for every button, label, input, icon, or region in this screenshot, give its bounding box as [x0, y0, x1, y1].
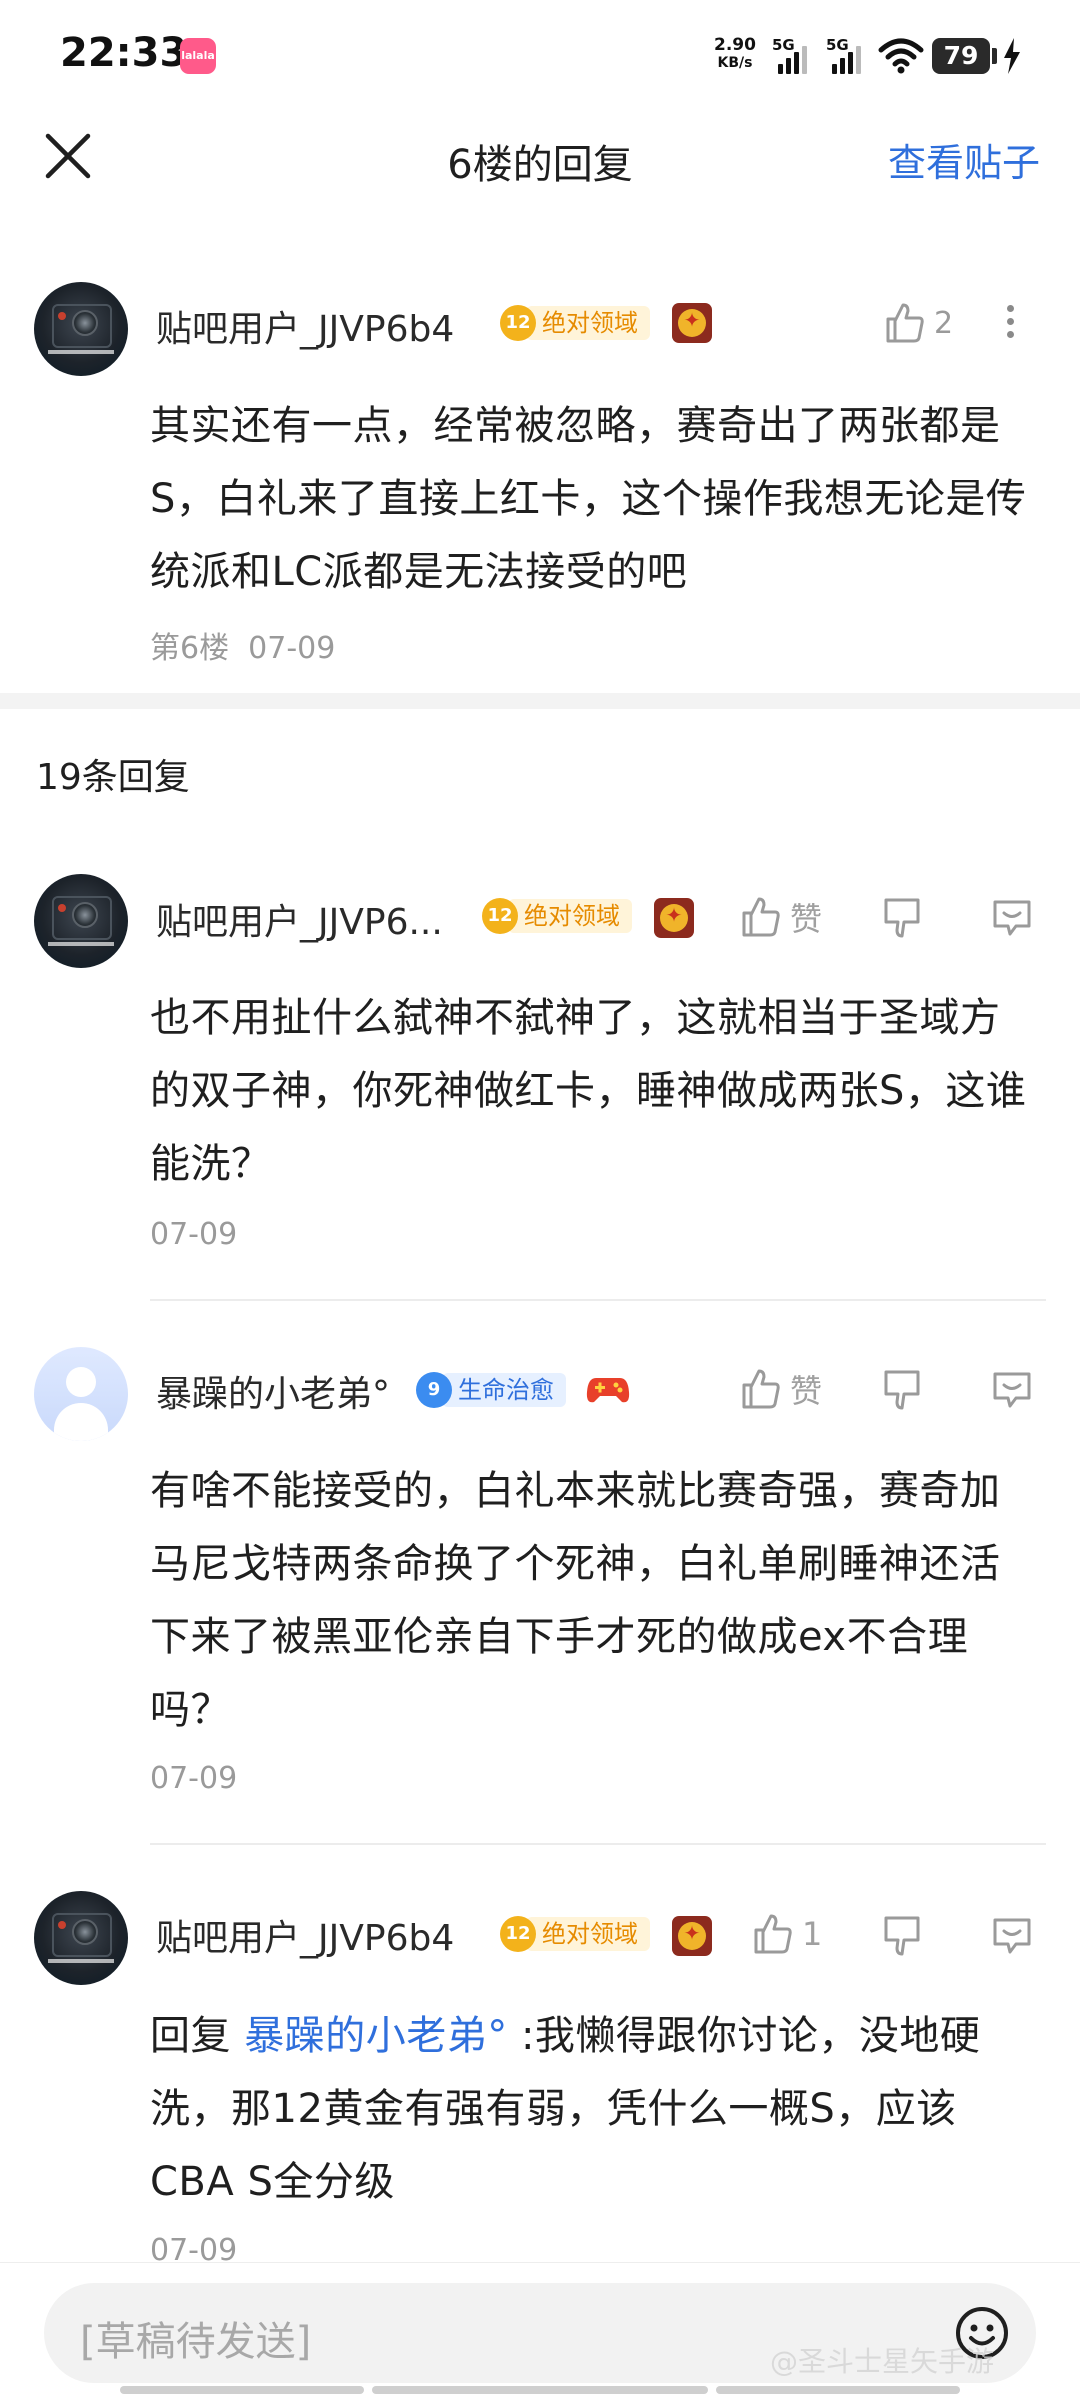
like-label: 赞	[790, 900, 823, 938]
main-post: 贴吧用户_JJVP6b4 12 绝对领域 2 其实还有一点，经常被忽略，赛奇出了…	[0, 255, 1080, 695]
post-content: 其实还有一点，经常被忽略，赛奇出了两张都是S，白礼来了直接上红卡，这个操作我想无…	[150, 403, 1027, 595]
level-title: 生命治愈	[442, 1373, 566, 1407]
battery-icon: 79	[932, 38, 990, 74]
wifi-icon	[878, 38, 924, 74]
thumbs-up-icon	[742, 1369, 780, 1409]
avatar[interactable]	[34, 282, 128, 376]
reply-date: 07-09	[150, 1217, 238, 1252]
medal-icon	[672, 303, 712, 343]
reply-count: 19条回复	[36, 757, 190, 798]
username[interactable]: 暴躁的小老弟°	[156, 1365, 390, 1417]
status-bar: 22:33 lalala 2.90 KB/s 5G 5G 79	[0, 0, 1080, 110]
post-meta: 第6楼 07-09	[150, 623, 335, 667]
page-title: 6楼的回复	[447, 142, 633, 188]
close-icon[interactable]	[40, 128, 96, 184]
gesture-bar	[716, 2386, 960, 2394]
like-button[interactable]: 2	[882, 301, 953, 345]
network-speed: 2.90 KB/s	[710, 36, 760, 72]
avatar[interactable]	[34, 1347, 128, 1441]
level-title: 绝对领域	[508, 899, 632, 933]
signal-sim1-icon: 5G	[772, 36, 818, 74]
charging-icon	[1004, 38, 1020, 74]
level-number: 9	[416, 1372, 452, 1408]
view-post-link[interactable]: 查看贴子	[888, 132, 1040, 187]
gesture-bar	[120, 2386, 364, 2394]
thumbs-up-icon	[754, 1914, 792, 1954]
like-label: 赞	[790, 1372, 823, 1410]
level-number: 12	[500, 305, 536, 341]
thumbs-down-icon[interactable]	[880, 896, 924, 940]
level-title: 绝对领域	[526, 1917, 650, 1951]
mention-link[interactable]: 暴躁的小老弟°	[244, 2013, 508, 2059]
watermark: @圣斗士星矢手游	[770, 2345, 995, 2378]
like-count: 1	[802, 1915, 823, 1953]
draft-placeholder: [草稿待发送]	[80, 2319, 312, 2365]
level-badge: 9 生命治愈	[416, 1370, 566, 1410]
network-speed-value: 2.90	[714, 35, 756, 55]
reply-content: 有啥不能接受的，白礼本来就比赛奇强，赛奇加马尼戈特两条命换了个死神，白礼单刷睡神…	[150, 1468, 1001, 1733]
reply-content: 回复 暴躁的小老弟° :我懒得跟你讨论，没地硬洗，那12黄金有强有弱，凭什么一概…	[150, 2000, 1030, 2219]
comment-icon[interactable]	[990, 1368, 1034, 1412]
gamepad-icon	[586, 1378, 630, 1403]
sim2-label: 5G	[826, 36, 849, 54]
level-badge: 12 绝对领域	[500, 303, 650, 343]
more-vertical-icon[interactable]	[1000, 299, 1020, 349]
username[interactable]: 贴吧用户_JJVP6b4	[156, 1909, 454, 1961]
gesture-bar	[372, 2386, 708, 2394]
status-time: 22:33	[60, 30, 188, 76]
top-bar: 6楼的回复 查看贴子	[0, 110, 1080, 200]
thumbs-up-icon	[886, 303, 924, 343]
level-number: 12	[500, 1916, 536, 1952]
avatar[interactable]	[34, 874, 128, 968]
level-badge: 12 绝对领域	[482, 896, 632, 936]
reply-date: 07-09	[150, 1761, 238, 1796]
thumbs-down-icon[interactable]	[880, 1368, 924, 1412]
like-button[interactable]: 1	[750, 1912, 822, 1956]
reply-content: 也不用扯什么弑神不弑神了，这就相当于圣域方的双子神，你死神做红卡，睡神做成两张S…	[150, 995, 1027, 1187]
reply-prefix: 回复	[150, 2013, 231, 2059]
network-speed-unit: KB/s	[717, 55, 753, 71]
floor-number: 第6楼	[150, 631, 230, 666]
thumbs-down-icon[interactable]	[880, 1914, 924, 1958]
battery-tip	[992, 48, 997, 64]
avatar[interactable]	[34, 1891, 128, 1985]
comment-icon[interactable]	[990, 1914, 1034, 1958]
level-badge: 12 绝对领域	[500, 1914, 650, 1954]
signal-sim2-icon: 5G	[826, 36, 872, 74]
username[interactable]: 贴吧用户_JJVP6b4	[156, 300, 454, 352]
sim1-label: 5G	[772, 36, 795, 54]
like-button[interactable]: 赞	[738, 1366, 822, 1412]
app-notification-icon: lalala	[180, 38, 216, 74]
username[interactable]: 贴吧用户_JJVP6...	[156, 893, 443, 945]
medal-icon	[672, 1916, 712, 1956]
section-divider	[0, 693, 1080, 709]
comment-icon[interactable]	[990, 896, 1034, 940]
level-number: 12	[482, 898, 518, 934]
row-divider	[150, 1299, 1046, 1301]
row-divider	[150, 1843, 1046, 1845]
post-date: 07-09	[248, 631, 336, 666]
like-count: 2	[934, 305, 954, 341]
medal-icon	[654, 898, 694, 938]
thumbs-up-icon	[742, 897, 780, 937]
like-button[interactable]: 赞	[738, 894, 822, 940]
level-title: 绝对领域	[526, 306, 650, 340]
